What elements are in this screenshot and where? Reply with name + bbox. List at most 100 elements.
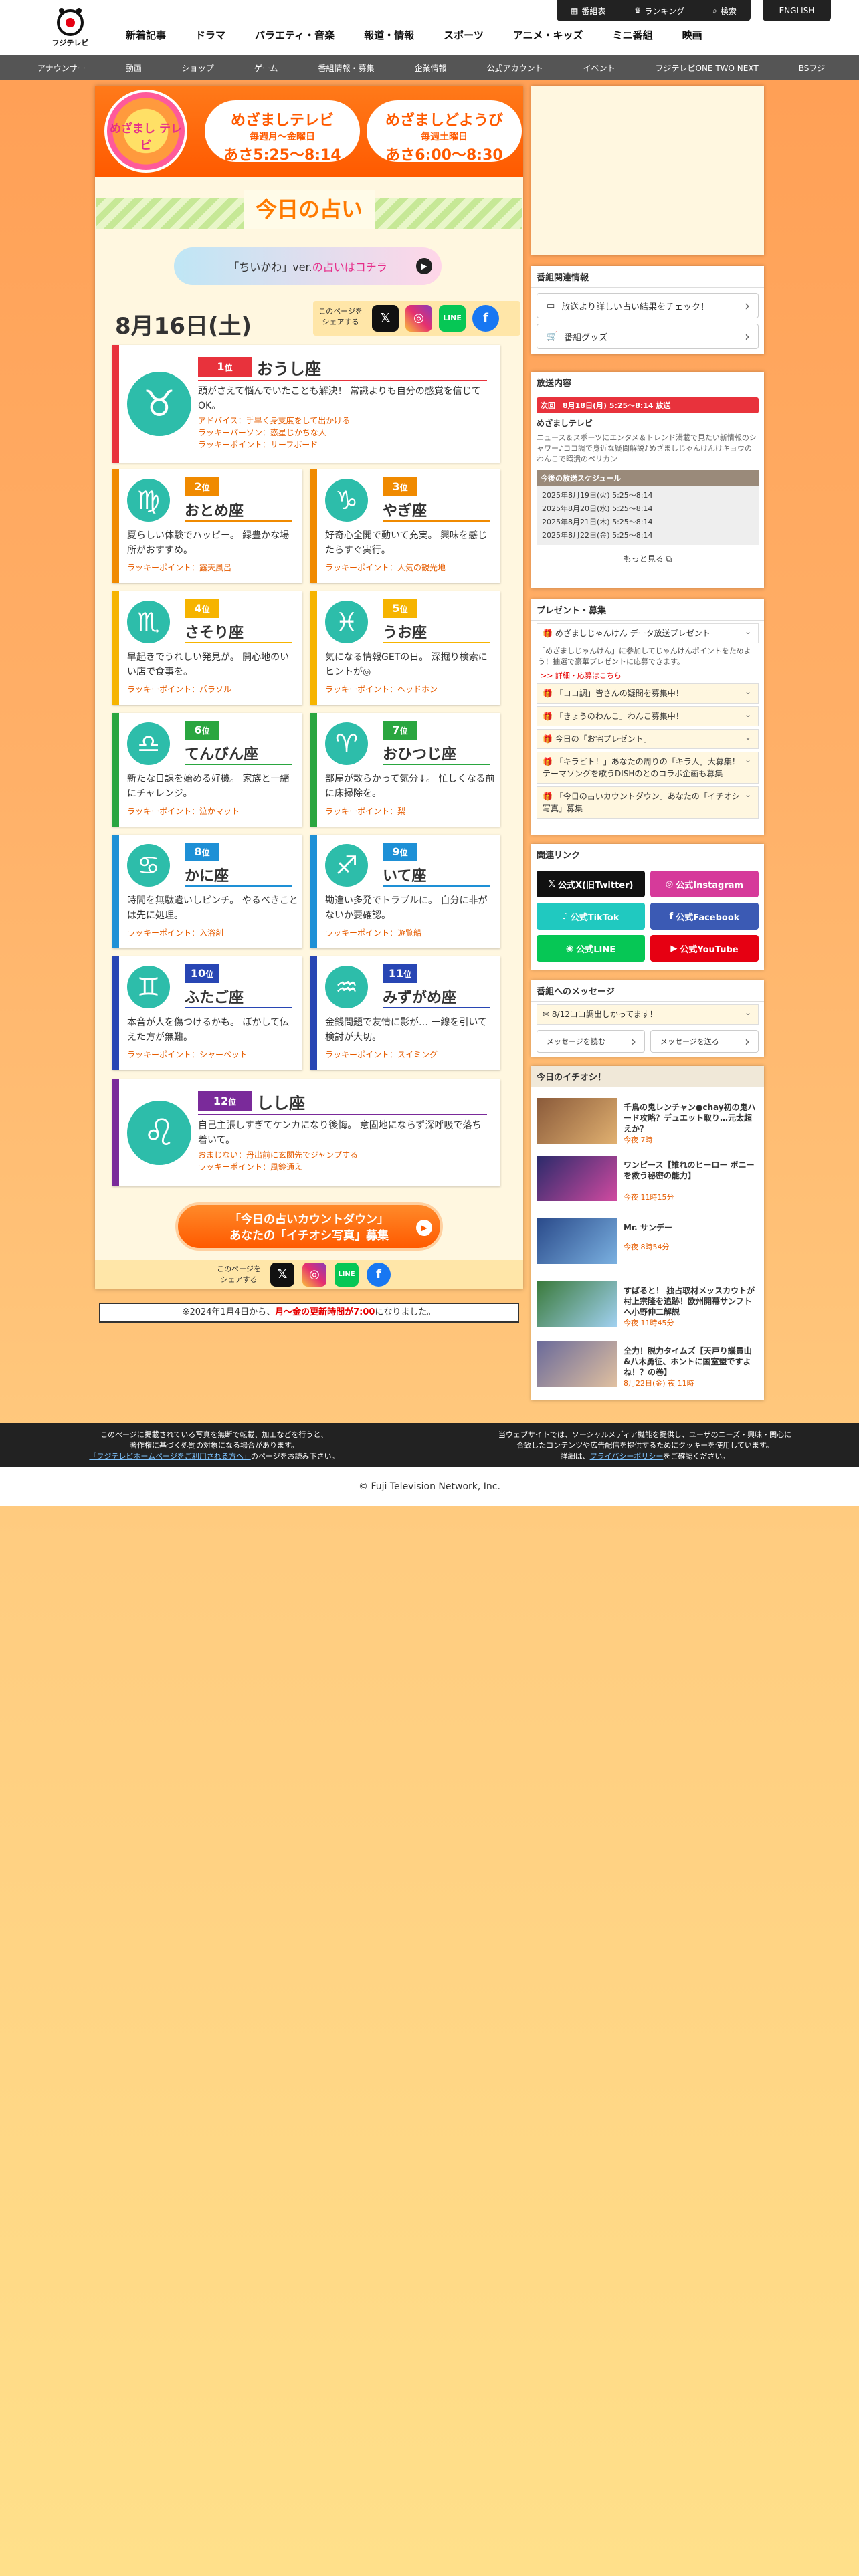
grid-icon: ▦ [571,6,579,15]
subnav-item[interactable]: フジテレビONE TWO NEXT [656,62,759,74]
tiktok-link-button[interactable]: ♪ 公式TikTok [537,903,645,930]
nav-item[interactable]: ドラマ [195,28,225,42]
x-share-icon[interactable]: 𝕏 [270,1263,294,1287]
privacy-link[interactable]: プライバシーポリシー [590,1452,664,1461]
next-broadcast: 次回｜8月18日(月) 5:25〜8:14 放送 [537,397,759,413]
lucky-point: ラッキーポイント：風鈴通え [198,1162,303,1172]
footer-left: このページに掲載されている写真を無断で転載、加工などを行うと、 著作権に基づく処… [89,1430,339,1461]
gift-icon: 🎁 [543,689,553,698]
chiikawa-fortune-link[interactable]: 「ちいかわ」ver. の占いはコチラ ▶ [174,247,442,285]
ichioshi-item[interactable]: すばると！ 独占取材メッスカウトが村上宗隆を追跡！欧州開幕サンフトへ小野伸二解説… [537,1281,759,1333]
nav-item[interactable]: バラエティ・音楽 [255,28,335,42]
english-button[interactable]: ENGLISH [763,0,831,21]
rank-badge: 7位 [383,721,417,740]
nav-item[interactable]: スポーツ [444,28,484,42]
nav-item[interactable]: 報道・情報 [364,28,414,42]
subnav-item[interactable]: BSフジ [799,62,826,74]
program-banner[interactable]: めざまし テレビ めざましテレビ 毎週月〜金曜日 あさ5:25〜8:14 めざま… [95,86,523,177]
rank-badge: 12位 [198,1091,252,1111]
send-message-button[interactable]: メッセージを送る [650,1030,759,1053]
present-link[interactable]: >> 詳細・応募はこちら [541,670,755,681]
sign-name: ふたご座 [185,990,244,1006]
x-link-button[interactable]: 𝕏 公式X(旧Twitter) [537,871,645,897]
zodiac-icon: ♉ [127,372,191,436]
zodiac-icon: ♍ [127,479,170,522]
fortune-text: 勘違い多発でトラブルに。 自分に非がないか要確認。 [325,895,488,921]
facebook-link-button[interactable]: f 公式Facebook [650,903,759,930]
ichioshi-item[interactable]: ワンピース【誰れのヒーロー ボニーを救う秘密の能力】 今夜 11時15分 [537,1156,759,1208]
header-toolbar: ▦ 番組表 ♛ ランキング ⌕ 検索 [557,0,751,21]
goods-button[interactable]: 🛒 番組グッズ [537,324,759,349]
nav-item[interactable]: 新着記事 [126,28,166,42]
instagram-link-button[interactable]: ◎ 公式Instagram [650,871,759,897]
nav-item[interactable]: 映画 [682,28,702,42]
fortune-card: ♏ 4位 さそり座 早起きでうれしい発見が。 開心地のいい店で食事を。 ラッキーポイント… [112,591,302,705]
logo-text: フジテレビ [52,39,89,47]
rank-color-bar [112,835,119,948]
program-name: めざましテレビ [537,419,593,428]
sub-nav: アナウンサー 動画 ショップ ゲーム 番組情報・募集 企業情報 公式アカウント … [0,55,859,80]
rank-badge: 6位 [185,721,219,740]
message-item[interactable]: ✉ 8/12ココ調出しかってます！ [537,1004,759,1025]
subnav-item[interactable]: 番組情報・募集 [318,62,374,74]
line-link-button[interactable]: ◉ 公式LINE [537,935,645,962]
rank-badge: 5位 [383,599,417,618]
photo-recruit-button[interactable]: 「今日の占いカウントダウン」 あなたの「イチオシ写真」募集 ▶ [175,1202,443,1251]
ichioshi-item[interactable]: Mr. サンデー 今夜 8時54分 [537,1218,759,1271]
rank-badge: 11位 [383,964,417,983]
present-item[interactable]: 🎁 「キラビト！」あなたの周りの「キラ人」大募集！テーマソングを歌うDISHのと… [537,752,759,784]
rank-color-bar [112,1079,119,1186]
underline [198,1114,487,1115]
facebook-share-icon[interactable]: f [472,305,499,332]
subnav-item[interactable]: 動画 [126,62,142,74]
present-item-open[interactable]: 🎁 めざましじゃんけん データ放送プレゼント [537,623,759,643]
zodiac-icon: ♑ [325,479,368,522]
thumbnail [537,1341,617,1387]
detailed-fortune-button[interactable]: ▭ 放送より詳しい占い結果をチェック！ [537,293,759,318]
program-desc: ニュース＆スポーツにエンタメ＆トレンド満載で見たい新情報のシャワー♪ココ調で身近… [537,433,757,463]
program-info-panel: 番組関連情報 ▭放送より詳しい占い結果をチェック！ 🛒番組グッズ [531,266,764,354]
schedule-item: 2025年8月20日(水) 5:25〜8:14 [542,504,653,513]
fortune-text: 頭がさえて悩んでいたことも解決！ 常識よりも自分の感覚を信じてOK。 [198,386,481,411]
line-share-icon[interactable]: LINE [439,305,466,332]
weekday-schedule: めざましテレビ 毎週月〜金曜日 あさ5:25〜8:14 [205,100,360,164]
present-item[interactable]: 🎁 「きょうのわんこ」わんこ募集中！ [537,706,759,726]
program-guide-button[interactable]: ▦ 番組表 [571,5,605,17]
search-button[interactable]: ⌕ 検索 [712,5,737,17]
fujitv-logo[interactable]: フジテレビ [47,5,94,49]
subnav-item[interactable]: ゲーム [254,62,278,74]
search-icon: ⌕ [712,5,717,15]
present-item[interactable]: 🎁 「今日の占いカウントダウン」あなたの「イチオシ写真」募集 [537,786,759,819]
subnav-item[interactable]: アナウンサー [37,62,86,74]
youtube-link-button[interactable]: ▶ 公式YouTube [650,935,759,962]
terms-link[interactable]: 「フジテレビホームページをご利用される方へ」 [89,1452,250,1461]
read-message-button[interactable]: メッセージを読む [537,1030,645,1053]
instagram-share-icon[interactable]: ◎ [405,305,432,332]
line-share-icon[interactable]: LINE [335,1263,359,1287]
lucky-point: ラッキーポイント：パラソル [127,685,232,694]
fortune-card: ♌ 12位 しし座 自己主張しすぎてケンカになり後悔。 意固地にならず深呼吸で落ち着い… [112,1079,500,1186]
present-item[interactable]: 🎁 「ココ調」皆さんの疑問を募集中！ [537,683,759,704]
fortune-card: ♓ 5位 うお座 気になる情報GETの日。 深掘り検索にヒントが◎ ラッキーポイント：ヘ… [310,591,500,705]
instagram-share-icon[interactable]: ◎ [302,1263,326,1287]
arrow-right-icon: ▶ [416,1220,432,1236]
lucky-point: ラッキーポイント：露天風呂 [127,563,232,572]
subnav-item[interactable]: イベント [583,62,615,74]
nav-item[interactable]: アニメ・キッズ [513,28,583,42]
nav-item[interactable]: ミニ番組 [613,28,653,42]
present-item[interactable]: 🎁 今日の「お宅プレゼント」 [537,729,759,749]
ichioshi-item[interactable]: 千鳥の鬼レンチャン●chay初の鬼ハード攻略？デュエット取り…元太超えか？ 今夜 … [537,1098,759,1150]
ichioshi-item[interactable]: 全力！脱力タイムズ【天戸り議員山&八木勇征、ホントに国室盟ですよね！？の巻】 8月… [537,1341,759,1394]
subnav-item[interactable]: ショップ [182,62,214,74]
fortune-text: 時間を無駄遣いしピンチ。 やるべきことは先に処理。 [127,895,298,921]
facebook-share-icon[interactable]: f [367,1263,391,1287]
subnav-item[interactable]: 公式アカウント [486,62,543,74]
x-share-icon[interactable]: 𝕏 [372,305,399,332]
gift-icon: 🎁 [543,792,553,801]
mezamashi-logo: めざまし テレビ [104,90,187,173]
more-link[interactable]: もっと見る ⧉ [531,553,764,564]
underline [383,1007,490,1008]
ranking-button[interactable]: ♛ ランキング [634,5,684,17]
rank-color-bar [112,345,119,463]
subnav-item[interactable]: 企業情報 [414,62,446,74]
